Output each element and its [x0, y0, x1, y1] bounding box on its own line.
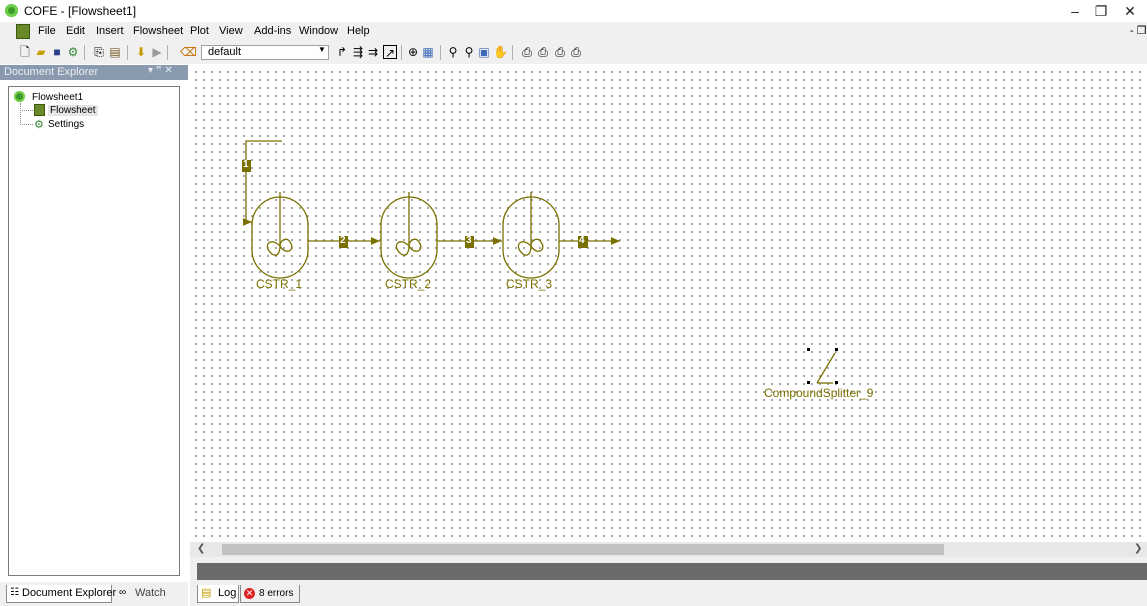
stream-icon[interactable]: ↱: [335, 45, 349, 59]
print-icon[interactable]: ⎙: [520, 45, 534, 59]
scroll-left-arrow-icon[interactable]: ❮: [197, 543, 205, 554]
unit-op-icon[interactable]: ⊕: [406, 45, 420, 59]
log-output-bar: [197, 563, 1147, 580]
error-icon: ✕: [244, 588, 255, 599]
unit-label-cstr-3[interactable]: CSTR_3: [506, 277, 552, 291]
tree-item-flowsheet[interactable]: Flowsheet: [48, 105, 98, 116]
menu-file[interactable]: File: [38, 25, 56, 37]
stream-label-1-text: 1: [243, 159, 249, 170]
toolbar-separator: [440, 45, 441, 60]
pan-icon[interactable]: ✋: [493, 45, 508, 59]
reroute-icon[interactable]: ↗: [383, 45, 397, 60]
tab-document-explorer-label: Document Explorer: [22, 587, 117, 599]
explorer-tree: [8, 86, 180, 576]
print-setup-icon[interactable]: ⎙: [553, 45, 567, 59]
tab-errors-label: 8 errors: [259, 588, 294, 599]
menu-window[interactable]: Window: [299, 25, 338, 37]
flowsheet-icon: [34, 104, 45, 116]
menu-view[interactable]: View: [219, 25, 243, 37]
new-icon[interactable]: 🗋: [18, 45, 32, 59]
selection-handles: [807, 348, 838, 384]
document-icon[interactable]: [16, 24, 30, 39]
grid-icon[interactable]: ▦: [421, 45, 435, 59]
toolbar-separator: [512, 45, 513, 60]
stream-label-1[interactable]: 1: [242, 159, 251, 172]
toolbar-separator: [127, 45, 128, 60]
window-title: COFE - [Flowsheet1]: [24, 4, 137, 18]
stream-label-3[interactable]: 3: [465, 235, 474, 248]
stream-label-4[interactable]: 4: [578, 235, 588, 248]
tree-item-settings[interactable]: Settings: [48, 119, 84, 130]
zoom-fit-icon[interactable]: ▣: [477, 45, 491, 59]
cofe-app-icon: [5, 4, 18, 17]
tree-connector: [20, 103, 22, 125]
stream-label-4-text: 4: [579, 235, 585, 246]
explorer-header-controls[interactable]: ▾ ꟸ ✕: [148, 65, 173, 76]
flowsheet-diagram: [242, 140, 838, 384]
properties-icon[interactable]: ⚙: [66, 45, 80, 59]
tab-document-explorer[interactable]: ☷ Document Explorer: [6, 585, 116, 603]
tab-errors[interactable]: ✕ 8 errors: [240, 585, 300, 603]
zoom-in-icon[interactable]: ⚲: [446, 45, 460, 59]
tree-view-icon: ☷: [10, 587, 19, 598]
menu-plot[interactable]: Plot: [190, 25, 209, 37]
menu-add-ins[interactable]: Add-ins: [254, 25, 291, 37]
compound-splitter-icon: [816, 352, 836, 384]
unit-label-compound-splitter[interactable]: CompoundSplitter_9: [764, 386, 873, 400]
tab-log[interactable]: ▤ Log: [197, 585, 239, 603]
flowsheet-root-icon: [14, 91, 25, 102]
explorer-title: Document Explorer: [4, 66, 99, 78]
unit-label-cstr-1[interactable]: CSTR_1: [256, 277, 302, 291]
chevron-down-icon[interactable]: ▼: [318, 45, 326, 54]
mdi-restore-button[interactable]: - ❐: [1130, 24, 1147, 37]
reactor-vessel-icon: [251, 192, 309, 279]
tree-connector: [20, 124, 33, 126]
copy-icon[interactable]: ⎘: [92, 45, 106, 59]
export-icon[interactable]: ⎙: [569, 45, 583, 59]
toolbar-separator: [84, 45, 85, 60]
flowsheet-style-value: default: [208, 46, 242, 58]
tab-log-label: Log: [218, 587, 237, 599]
print-preview-icon[interactable]: ⎙: [536, 45, 550, 59]
scroll-right-arrow-icon[interactable]: ❯: [1134, 543, 1142, 554]
log-icon: ▤: [201, 587, 212, 599]
eraser-icon[interactable]: ⌫: [180, 45, 197, 59]
close-button[interactable]: ✕: [1113, 0, 1147, 22]
menu-help[interactable]: Help: [347, 25, 370, 37]
save-icon[interactable]: ■: [50, 45, 64, 59]
stream-label-3-text: 3: [466, 235, 472, 246]
zoom-out-icon[interactable]: ⚲: [462, 45, 476, 59]
unit-label-cstr-2[interactable]: CSTR_2: [385, 277, 431, 291]
title-bar: [0, 0, 1147, 22]
run-icon[interactable]: ▶: [150, 45, 164, 59]
stream-label-2[interactable]: 2: [339, 235, 348, 248]
stream-line-1: [242, 140, 282, 226]
settings-icon: ⚙: [34, 119, 44, 131]
flowsheet-canvas[interactable]: 1 2 3 4 CSTR_1 CSTR_2 CSTR_3 CompoundSpl…: [190, 65, 1147, 542]
split-stream-icon[interactable]: ⇶: [351, 45, 365, 59]
toolbar-separator: [167, 45, 168, 60]
stream-label-2-text: 2: [340, 235, 346, 246]
menu-insert[interactable]: Insert: [96, 25, 124, 37]
join-stream-icon[interactable]: ⇉: [366, 45, 380, 59]
tree-item-flowsheet1[interactable]: Flowsheet1: [32, 92, 83, 103]
toolbar-separator: [401, 45, 402, 60]
download-icon[interactable]: ⬇: [134, 45, 148, 59]
open-icon[interactable]: ▰: [34, 45, 48, 59]
menu-edit[interactable]: Edit: [66, 25, 85, 37]
tab-watch-label: Watch: [135, 587, 166, 599]
menu-flowsheet[interactable]: Flowsheet: [133, 25, 183, 37]
scrollbar-thumb[interactable]: [222, 544, 944, 555]
watch-icon: ∞: [119, 587, 127, 598]
paste-icon[interactable]: ▤: [108, 45, 122, 59]
tree-connector: [20, 110, 33, 112]
reactor-vessel-icon: [502, 192, 560, 279]
reactor-vessel-icon: [380, 192, 438, 279]
